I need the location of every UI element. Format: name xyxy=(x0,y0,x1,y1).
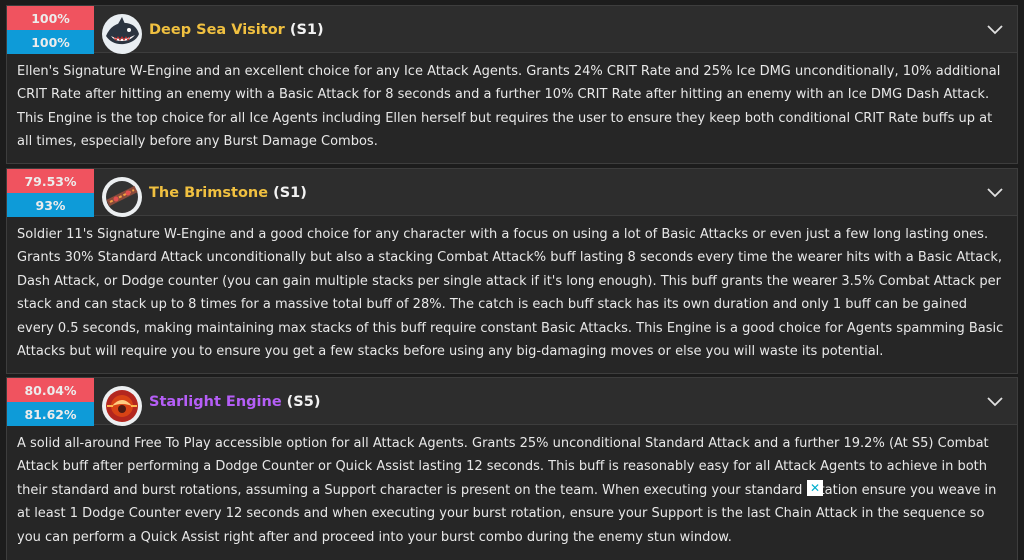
engine-description: Soldier 11's Signature W-Engine and a go… xyxy=(17,227,1004,360)
chevron-down-icon[interactable] xyxy=(985,183,1005,203)
score-bottom-badge: 100% xyxy=(7,30,94,54)
engine-card-header[interactable]: 80.04% 81.62% Starlight Engine (S5) xyxy=(6,377,1018,426)
brimstone-w-engine-icon xyxy=(102,177,142,217)
engine-description: Ellen's Signature W-Engine and an excell… xyxy=(17,64,1001,150)
w-engine-list: 100% 100% Deep Sea Visitor (S1) Ellen's … xyxy=(0,0,1024,560)
engine-card-header[interactable]: 79.53% 93% The Brimstone (S1) xyxy=(6,168,1018,217)
score-top-badge: 79.53% xyxy=(7,169,94,193)
ad-close-icon[interactable]: ✕ xyxy=(807,480,823,496)
engine-tier: (S1) xyxy=(273,185,307,201)
engine-description: A solid all-around Free To Play accessib… xyxy=(17,436,997,545)
engine-name: Starlight Engine xyxy=(149,394,282,410)
chevron-down-icon[interactable] xyxy=(985,20,1005,40)
engine-tier: (S1) xyxy=(289,22,324,38)
engine-description-panel: Ellen's Signature W-Engine and an excell… xyxy=(6,53,1018,164)
engine-card: 100% 100% Deep Sea Visitor (S1) Ellen's … xyxy=(6,5,1018,164)
shark-w-engine-icon xyxy=(102,14,142,54)
engine-card-header[interactable]: 100% 100% Deep Sea Visitor (S1) xyxy=(6,5,1018,54)
score-bottom-badge: 81.62% xyxy=(7,402,94,426)
score-top-badge: 100% xyxy=(7,6,94,30)
engine-description-panel: Soldier 11's Signature W-Engine and a go… xyxy=(6,216,1018,374)
score-bottom-badge: 93% xyxy=(7,193,94,217)
score-top-badge: 80.04% xyxy=(7,378,94,402)
engine-card: 79.53% 93% The Brimstone (S1) Soldier 11… xyxy=(6,168,1018,374)
engine-description-panel: A solid all-around Free To Play accessib… xyxy=(6,425,1018,560)
starlight-w-engine-icon xyxy=(102,386,142,426)
engine-card: 80.04% 81.62% Starlight Engine (S5) A so… xyxy=(6,377,1018,560)
engine-name: The Brimstone xyxy=(149,185,269,201)
chevron-down-icon[interactable] xyxy=(985,392,1005,412)
engine-tier: (S5) xyxy=(286,394,321,410)
engine-name: Deep Sea Visitor xyxy=(149,22,285,38)
